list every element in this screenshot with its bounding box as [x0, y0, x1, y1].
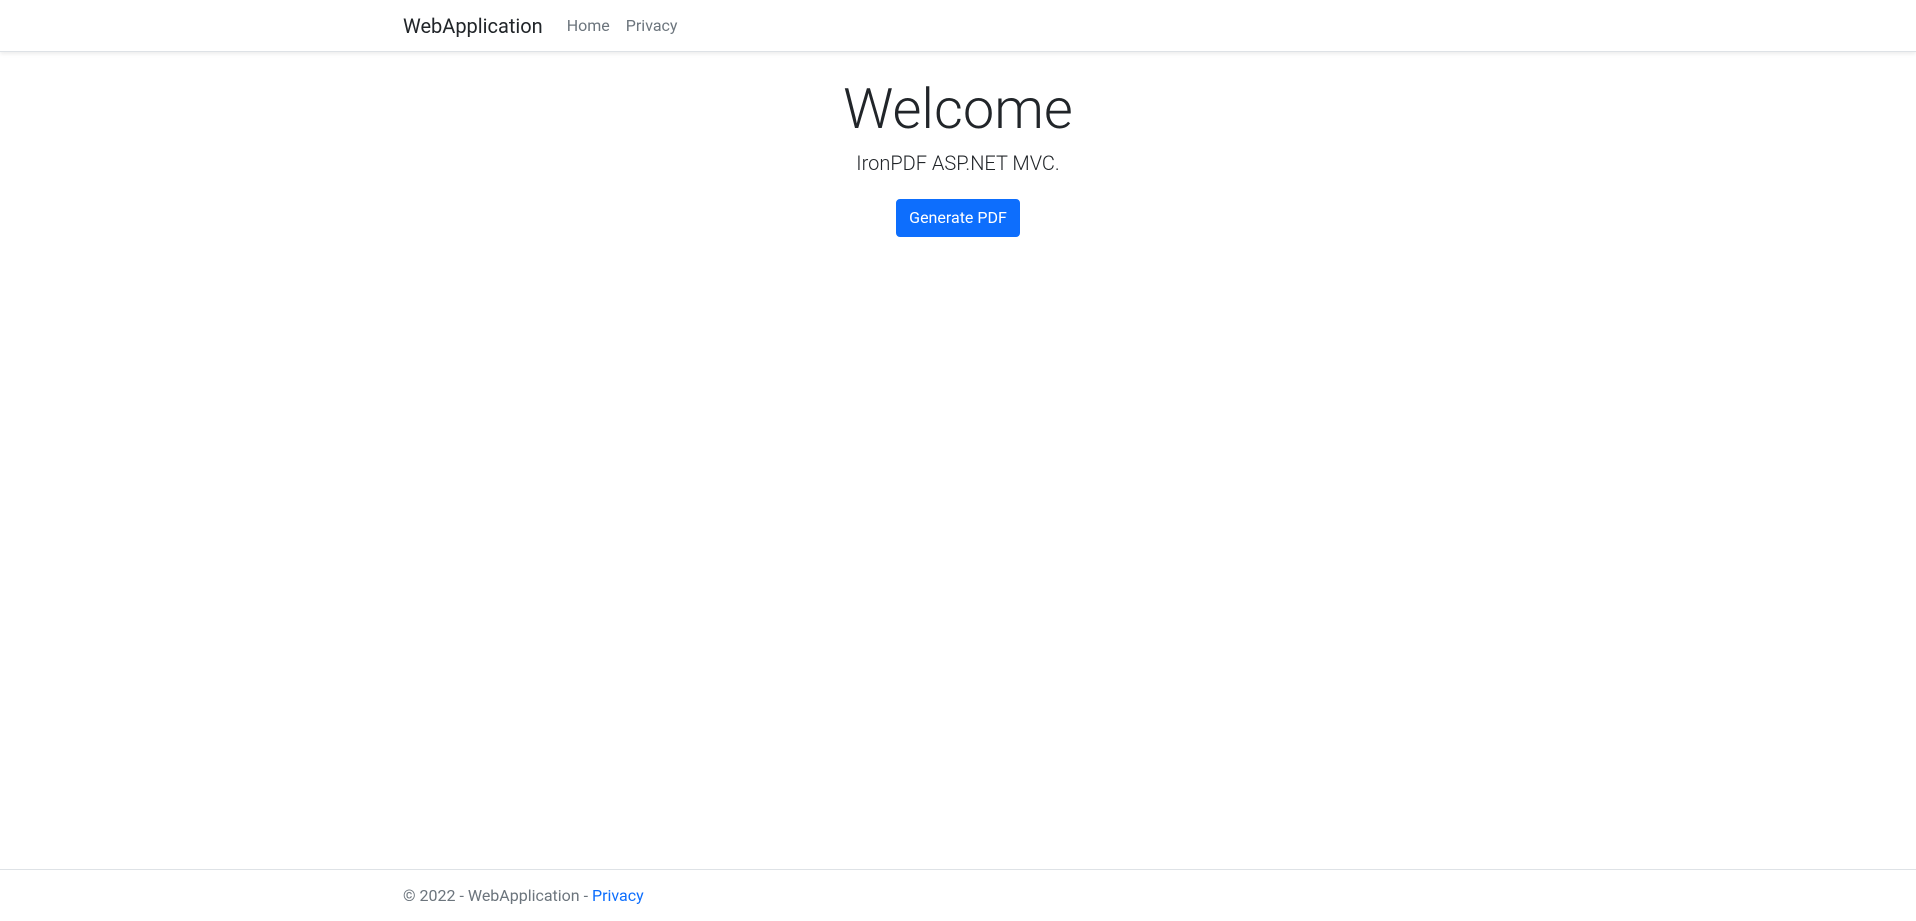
nav-item-privacy: Privacy: [618, 8, 686, 43]
navbar-nav: Home Privacy: [559, 8, 686, 43]
generate-pdf-button[interactable]: Generate PDF: [896, 199, 1020, 237]
welcome-section: Welcome IronPDF ASP.NET MVC. Generate PD…: [403, 76, 1513, 237]
page-subheading: IronPDF ASP.NET MVC.: [403, 151, 1513, 175]
nav-item-home: Home: [559, 8, 618, 43]
nav-link-home[interactable]: Home: [559, 8, 618, 43]
page-heading: Welcome: [403, 76, 1513, 143]
navbar: WebApplication Home Privacy: [0, 0, 1916, 52]
navbar-brand[interactable]: WebApplication: [403, 9, 543, 43]
footer-copyright: © 2022 - WebApplication -: [403, 886, 592, 905]
nav-link-privacy[interactable]: Privacy: [618, 8, 686, 43]
footer-container: © 2022 - WebApplication - Privacy: [388, 886, 1528, 905]
navbar-container: WebApplication Home Privacy: [388, 8, 1528, 43]
footer: © 2022 - WebApplication - Privacy: [0, 869, 1916, 921]
main-content: Welcome IronPDF ASP.NET MVC. Generate PD…: [388, 52, 1528, 869]
footer-privacy-link[interactable]: Privacy: [592, 886, 644, 905]
header: WebApplication Home Privacy: [0, 0, 1916, 52]
